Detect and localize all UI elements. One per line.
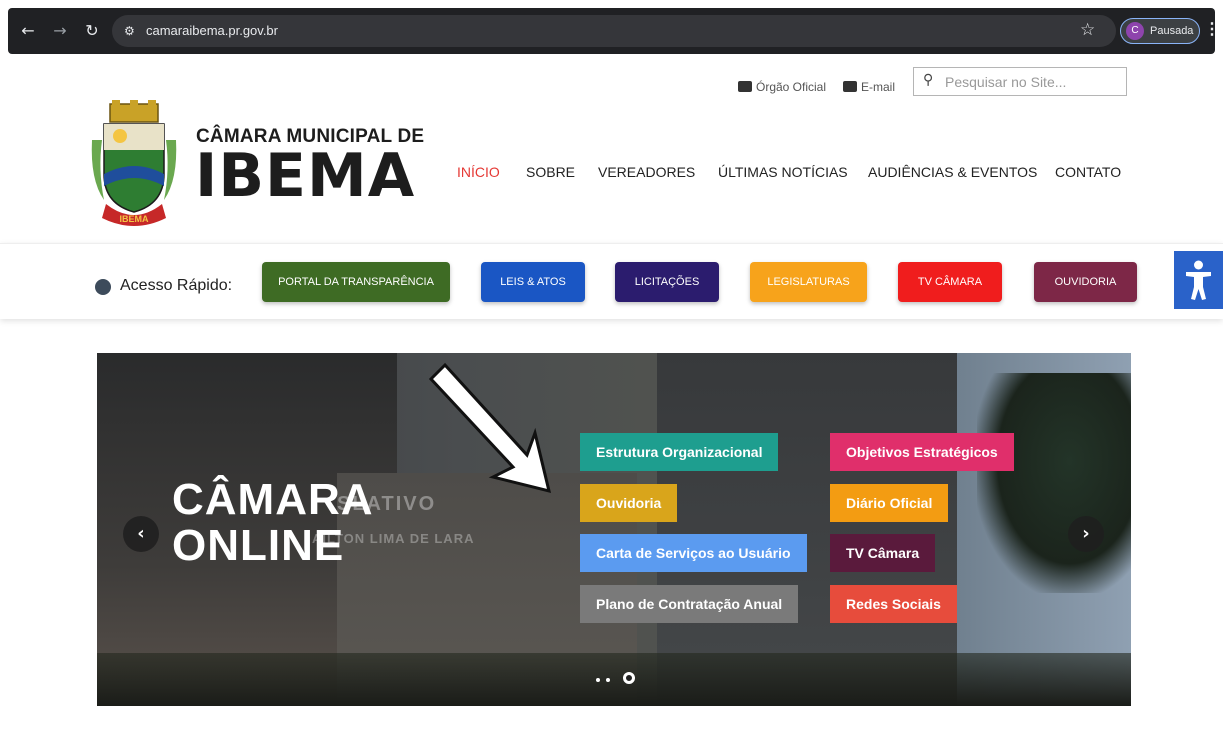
ouvidoria-link[interactable]: Ouvidoria — [580, 484, 678, 522]
forward-icon[interactable]: → — [50, 21, 70, 41]
hero-tree — [977, 373, 1131, 593]
leis-atos-button[interactable]: LEIS & ATOS — [481, 262, 585, 302]
menu-item-contato[interactable]: CONTATO — [1055, 163, 1121, 181]
carta-servicos-link[interactable]: Carta de Serviços ao Usuário — [580, 534, 807, 572]
legislaturas-button[interactable]: LEGISLATURAS — [750, 262, 867, 302]
licitacoes-button[interactable]: LICITAÇÕES — [615, 262, 719, 302]
bookmark-star-icon[interactable]: ☆ — [1080, 20, 1095, 40]
tv-camara-link[interactable]: TV Câmara — [830, 534, 936, 572]
official-link[interactable]: Órgão Oficial — [738, 79, 826, 95]
slider-prev-button[interactable]: ‹ — [123, 516, 159, 552]
ouvidoria-button[interactable]: OUVIDORIA — [1034, 262, 1137, 302]
municipal-coat-of-arms-logo[interactable]: IBEMA — [88, 100, 180, 232]
reload-icon[interactable]: ↻ — [82, 21, 102, 41]
site-settings-icon[interactable]: ⚙ — [124, 23, 140, 39]
browser-toolbar: ← → ↻ ⚙ camaraibema.pr.gov.br ☆ C Pausad… — [8, 8, 1220, 54]
search-input[interactable]: Pesquisar no Site... — [945, 73, 1066, 91]
profile-button[interactable]: C Pausada — [1120, 18, 1200, 44]
site-header: Órgão Oficial E-mail ⚲ Pesquisar no Site… — [0, 60, 1223, 243]
email-link[interactable]: E-mail — [843, 79, 895, 95]
browser-menu-icon[interactable]: ⋮ — [1204, 20, 1220, 40]
slider-dot-1[interactable] — [596, 678, 600, 682]
back-icon[interactable]: ← — [18, 21, 38, 41]
site-search[interactable]: ⚲ Pesquisar no Site... — [913, 67, 1127, 96]
browser-chrome: ← → ↻ ⚙ camaraibema.pr.gov.br ☆ C Pausad… — [0, 0, 1223, 60]
cursor-icon — [95, 279, 111, 295]
accessibility-icon — [1186, 260, 1211, 300]
hero-title-line1: CÂMARA — [172, 475, 374, 524]
logo-text: IBEMA — [120, 214, 150, 224]
brand-title: IBEMA — [195, 141, 416, 211]
objetivos-estrategicos-link[interactable]: Objetivos Estratégicos — [830, 433, 1014, 471]
pointer-arrow-icon — [428, 362, 552, 494]
hero-slider[interactable]: SLATIVO AILTON LIMA DE LARA CÂMARA ONLIN… — [97, 353, 1131, 706]
redes-sociais-link[interactable]: Redes Sociais — [830, 585, 957, 623]
url-text[interactable]: camaraibema.pr.gov.br — [146, 23, 278, 39]
diario-oficial-link[interactable]: Diário Oficial — [830, 484, 949, 522]
hero-ground — [97, 653, 1131, 706]
hero-title: CÂMARA ONLINE — [172, 477, 374, 569]
menu-item-ultimas-noticias[interactable]: ÚLTIMAS NOTÍCIAS — [718, 163, 848, 181]
profile-avatar: C — [1126, 22, 1144, 40]
menu-item-inicio[interactable]: INÍCIO — [457, 163, 500, 181]
official-link-label: Órgão Oficial — [756, 80, 827, 94]
address-bar[interactable]: ⚙ camaraibema.pr.gov.br — [112, 15, 1116, 47]
quick-access-label: Acesso Rápido: — [120, 277, 233, 294]
estrutura-organizacional-link[interactable]: Estrutura Organizacional — [580, 433, 779, 471]
menu-item-audiencias-eventos[interactable]: AUDIÊNCIAS & EVENTOS — [868, 163, 1037, 181]
building-icon — [738, 81, 752, 92]
plano-contratacao-link[interactable]: Plano de Contratação Anual — [580, 585, 799, 623]
email-icon — [843, 81, 857, 92]
profile-status: Pausada — [1150, 25, 1194, 37]
accessibility-button[interactable] — [1174, 251, 1223, 309]
email-link-label: E-mail — [861, 80, 896, 94]
hero-title-line2: ONLINE — [172, 521, 345, 570]
slider-dot-active[interactable] — [623, 672, 635, 684]
menu-item-vereadores[interactable]: VEREADORES — [598, 163, 695, 181]
tv-camara-button[interactable]: TV CÂMARA — [898, 262, 1002, 302]
menu-item-sobre[interactable]: SOBRE — [526, 163, 575, 181]
portal-transparencia-button[interactable]: PORTAL DA TRANSPARÊNCIA — [262, 262, 450, 302]
slider-next-button[interactable]: › — [1068, 516, 1104, 552]
quick-access-bar: Acesso Rápido: PORTAL DA TRANSPARÊNCIA L… — [0, 243, 1223, 319]
slider-dot-2[interactable] — [606, 678, 610, 682]
search-icon[interactable]: ⚲ — [923, 72, 939, 90]
